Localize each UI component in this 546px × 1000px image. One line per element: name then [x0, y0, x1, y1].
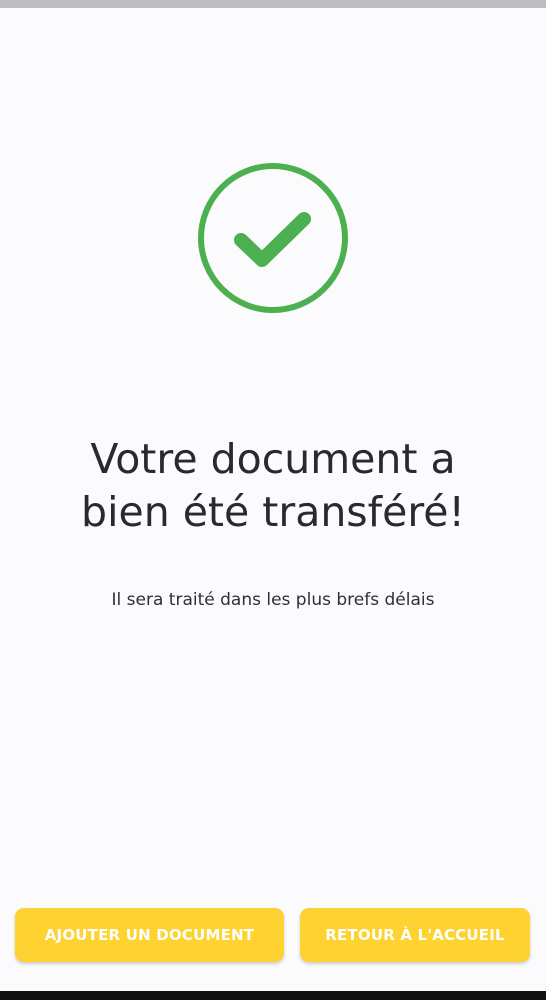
- status-bar: [0, 0, 546, 8]
- checkmark: [234, 212, 311, 267]
- title-line-1: Votre document a: [90, 435, 456, 483]
- add-document-button[interactable]: AJOUTER UN DOCUMENT: [15, 908, 284, 962]
- page-title: Votre document a bien été transféré!: [0, 433, 546, 539]
- confirmation-subtitle: Il sera traité dans les plus brefs délai…: [111, 590, 435, 610]
- navigation-bar: [0, 991, 546, 1000]
- back-home-button[interactable]: RETOUR À L'ACCUEIL: [300, 908, 530, 962]
- success-circle: [198, 163, 348, 313]
- checkmark-circle-icon: [196, 161, 350, 315]
- title-line-2: bien été transféré!: [81, 488, 465, 536]
